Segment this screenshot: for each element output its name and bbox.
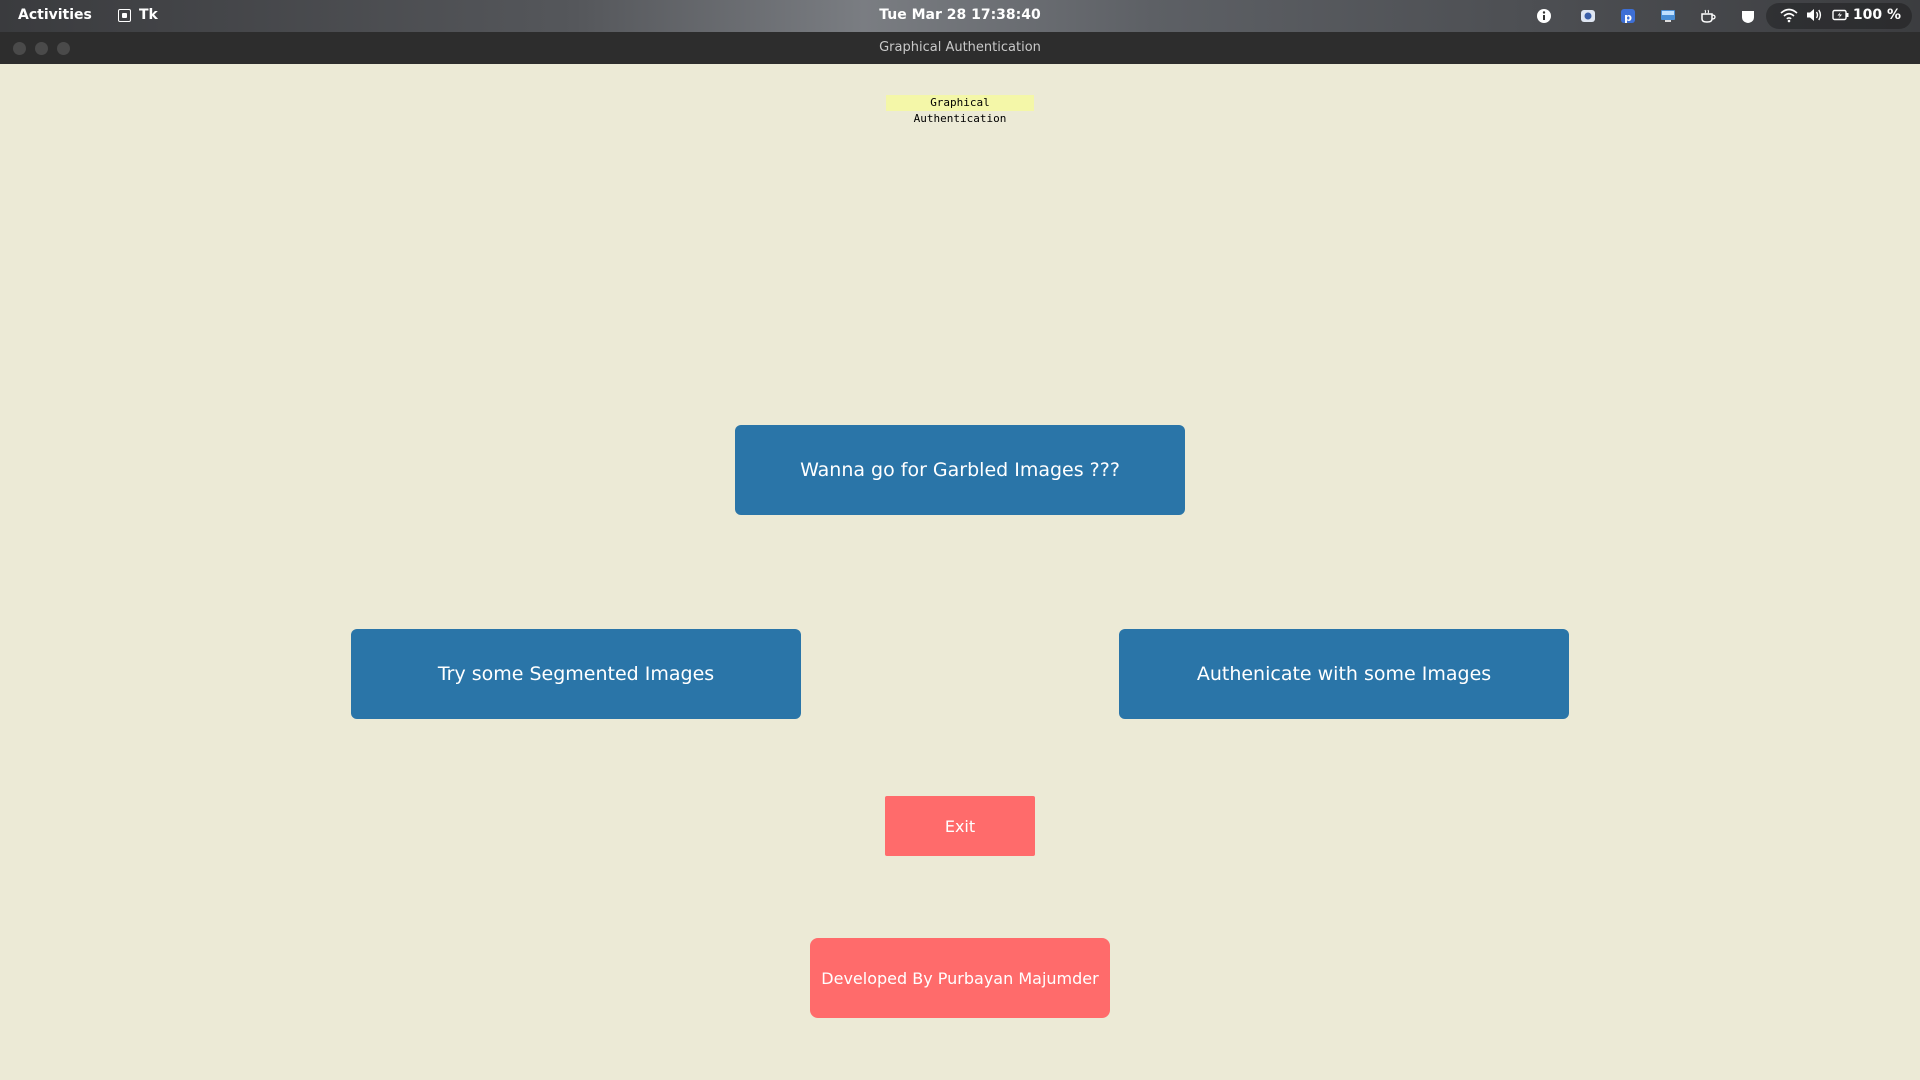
shield-icon[interactable] — [1738, 6, 1758, 26]
battery-percentage: 100 % — [1852, 7, 1901, 23]
display-icon[interactable] — [1658, 6, 1678, 26]
authenticate-images-button-label: Authenicate with some Images — [1196, 663, 1492, 685]
coffee-icon[interactable] — [1698, 6, 1718, 26]
garbled-images-button-label: Wanna go for Garbled Images ??? — [800, 459, 1120, 481]
authenticate-images-button[interactable]: Authenicate with some Images — [1119, 629, 1569, 719]
app-menu-label: Tk — [139, 7, 158, 23]
developer-credit-button[interactable]: Developed By Purbayan Majumder — [810, 938, 1110, 1018]
segmented-images-button[interactable]: Try some Segmented Images — [351, 629, 801, 719]
info-icon[interactable] — [1534, 6, 1554, 26]
activities-button[interactable]: Activities — [18, 7, 92, 23]
battery-icon — [1832, 7, 1850, 27]
system-menu[interactable]: 100 % — [1766, 3, 1912, 29]
exit-button[interactable]: Exit — [885, 796, 1035, 856]
exit-button-label: Exit — [944, 816, 976, 836]
volume-icon — [1806, 7, 1824, 27]
pastebin-icon[interactable]: p — [1618, 6, 1638, 26]
screenshot-icon[interactable] — [1578, 6, 1598, 26]
top-bar: Activities Tk Tue Mar 28 17:38:40 p 100 … — [0, 0, 1920, 32]
svg-text:p: p — [1624, 11, 1632, 24]
window-title: Graphical Authentication — [879, 40, 1041, 55]
developer-credit-label: Developed By Purbayan Majumder — [821, 968, 1099, 988]
segmented-images-button-label: Try some Segmented Images — [437, 663, 715, 685]
clock[interactable]: Tue Mar 28 17:38:40 — [879, 7, 1041, 23]
app-title-label: Graphical Authentication — [886, 95, 1034, 125]
wifi-icon — [1780, 7, 1798, 27]
window-titlebar[interactable]: Graphical Authentication — [0, 32, 1920, 64]
garbled-images-button[interactable]: Wanna go for Garbled Images ??? — [735, 425, 1185, 515]
app-menu[interactable]: Tk — [118, 7, 158, 23]
app-icon — [118, 8, 131, 22]
